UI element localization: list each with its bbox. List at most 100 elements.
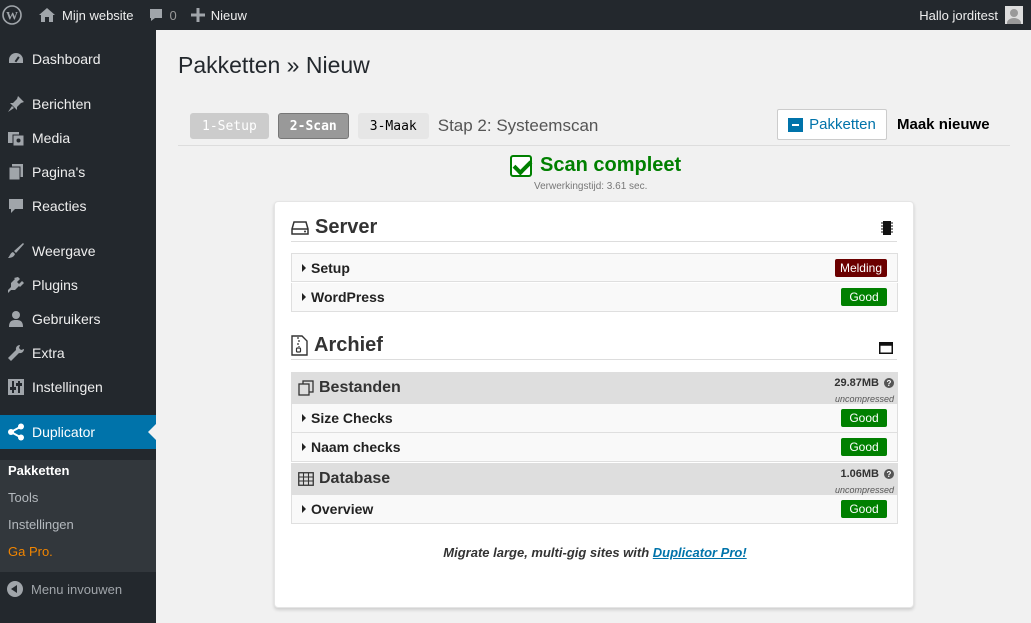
sidebar-item-plugins[interactable]: Plugins [0,268,156,302]
expand-triangle-icon [302,293,306,301]
hard-drive-icon [291,220,309,235]
page-title: Pakketten » Nieuw [178,52,370,78]
sidebar-item-label: Berichten [32,96,92,112]
collapse-menu-button[interactable]: Menu invouwen [0,576,156,602]
table-icon [298,472,314,486]
site-name-link[interactable]: Mijn website [28,0,141,30]
media-icon [0,129,32,147]
row-label: WordPress [311,289,385,305]
window-icon[interactable] [879,337,893,360]
checkmark-icon [510,154,532,177]
server-title: Server [315,216,378,238]
sidebar-item-paginas[interactable]: Pagina's [0,155,156,189]
comment-icon [0,197,32,215]
step-setup: 1-Setup [190,113,269,139]
step-make: 3-Maak [357,113,429,139]
comments-link[interactable]: 0 [141,0,184,30]
divider [178,145,1010,146]
collapse-arrow-icon [7,581,23,597]
files-copy-icon [298,380,314,396]
database-size: 1.06MB? uncompressed [835,468,894,498]
home-icon [39,8,55,22]
sidebar-item-label: Weergave [32,243,96,259]
sidebar-item-berichten[interactable]: Berichten [0,87,156,121]
make-new-link[interactable]: Maak nieuwe [897,116,990,133]
server-row-setup[interactable]: Setup Melding [291,253,898,282]
database-group-header: Database 1.06MB? uncompressed [291,463,898,495]
files-group-header: Bestanden 29.87MB? uncompressed [291,372,898,404]
wrench-icon [0,344,32,362]
svg-text:W: W [6,9,18,23]
files-size-value: 29.87MB [834,377,879,389]
sidebar-item-extra[interactable]: Extra [0,336,156,370]
sidebar-item-label: Extra [32,345,65,361]
promo-sentence: Migrate large, multi-gig sites with [443,545,653,560]
main-content: Pakketten » Nieuw 1-Setup 2-Scan 3-Maak … [156,30,1031,623]
status-badge: Good [841,409,887,427]
files-size-note: uncompressed [834,394,894,404]
sidebar-item-dashboard[interactable]: Dashboard [0,42,156,76]
pages-icon [0,163,32,181]
step-caption: Stap 2: Systeemscan [437,116,599,135]
status-badge: Good [841,288,887,306]
help-icon[interactable]: ? [884,378,894,388]
packages-button-label: Pakketten [809,116,876,133]
new-label: Nieuw [210,7,247,23]
pin-icon [0,95,32,113]
submenu-ga-pro[interactable]: Ga Pro. [8,544,53,559]
admin-sidebar: Dashboard Berichten Media Pagina's React… [0,30,156,623]
sidebar-item-media[interactable]: Media [0,121,156,155]
chip-icon[interactable] [881,219,893,242]
step-scan: 2-Scan [277,113,349,139]
site-name: Mijn website [62,7,134,23]
duplicator-pro-link[interactable]: Duplicator Pro! [653,545,747,560]
zip-file-icon [291,335,308,356]
sidebar-item-label: Reacties [32,198,87,214]
expand-triangle-icon [302,443,306,451]
my-account[interactable]: Hallo jorditest [919,0,1023,30]
expand-triangle-icon [302,414,306,422]
status-badge: Good [841,500,887,518]
expand-triangle-icon [302,505,306,513]
files-row-size-checks[interactable]: Size Checks Good [291,404,898,433]
packages-button[interactable]: Pakketten [777,109,887,140]
brush-icon [0,242,32,260]
submenu-instellingen[interactable]: Instellingen [8,517,74,532]
sidebar-item-instellingen[interactable]: Instellingen [0,370,156,404]
sidebar-item-label: Pagina's [32,164,86,180]
sidebar-item-label: Media [32,130,71,146]
sidebar-item-gebruikers[interactable]: Gebruikers [0,302,156,336]
wordpress-logo-icon[interactable]: W [0,0,28,30]
wizard-steps: 1-Setup 2-Scan 3-Maak Stap 2: Systeemsca… [190,113,598,139]
plugin-icon [0,276,32,294]
new-content-link[interactable]: Nieuw [184,0,254,30]
user-icon [0,310,32,328]
share-icon [0,423,32,441]
sidebar-item-label: Duplicator [32,424,96,440]
help-icon[interactable]: ? [884,469,894,479]
database-row-overview[interactable]: Overview Good [291,495,898,524]
greeting: Hallo jorditest [919,7,998,23]
admin-bar: W Mijn website 0 Nieuw Hallo jorditest [0,0,1031,30]
files-row-name-checks[interactable]: Naam checks Good [291,433,898,462]
row-label: Setup [311,259,350,276]
database-title: Database [319,470,391,487]
archive-box-icon [788,117,804,132]
sidebar-item-duplicator[interactable]: Duplicator [0,415,156,449]
sidebar-item-weergave[interactable]: Weergave [0,234,156,268]
server-section-header: Server [291,214,897,242]
submenu-tools[interactable]: Tools [8,490,38,505]
sidebar-item-label: Gebruikers [32,311,101,327]
settings-icon [0,378,32,396]
submenu-pakketten[interactable]: Pakketten [8,463,69,478]
plus-icon [190,8,205,22]
duplicator-submenu: Pakketten Tools Instellingen Ga Pro. [0,460,156,572]
avatar [1005,6,1023,24]
status-badge: Good [841,438,887,456]
promo-text: Migrate large, multi-gig sites with Dupl… [275,545,915,560]
files-size: 29.87MB? uncompressed [834,377,894,407]
server-row-wordpress[interactable]: WordPress Good [291,283,898,312]
comments-count: 0 [169,7,177,23]
sidebar-item-label: Dashboard [32,51,101,67]
sidebar-item-reacties[interactable]: Reacties [0,189,156,223]
